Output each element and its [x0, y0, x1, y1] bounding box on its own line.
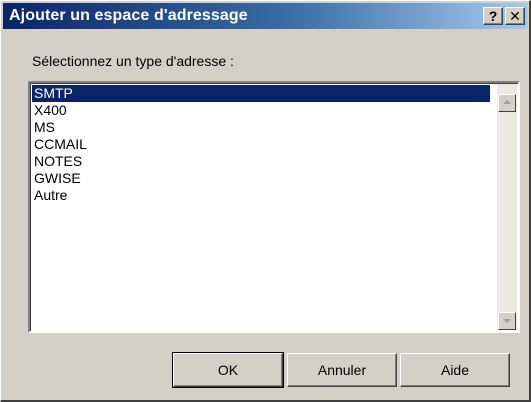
list-item-ms[interactable]: MS: [32, 119, 490, 136]
cancel-button[interactable]: Annuler: [287, 353, 397, 387]
scroll-down-button[interactable]: [498, 312, 516, 330]
dialog-window: Ajouter un espace d'adressage ? ✕ Sélect…: [0, 0, 531, 402]
address-type-list[interactable]: SMTP X400 MS CCMAIL NOTES GWISE Autre: [28, 81, 520, 333]
window-title: Ajouter un espace d'adressage: [9, 7, 248, 24]
question-mark-icon: ?: [488, 8, 498, 24]
address-type-label: Sélectionnez un type d'adresse :: [32, 53, 234, 69]
arrow-down-icon: [503, 319, 511, 323]
title-bar[interactable]: Ajouter un espace d'adressage ? ✕: [3, 3, 528, 29]
ok-button[interactable]: OK: [172, 352, 284, 388]
scroll-up-button[interactable]: [498, 94, 516, 112]
help-button[interactable]: Aide: [400, 353, 510, 387]
list-item-ccmail[interactable]: CCMAIL: [32, 136, 490, 153]
list-item-autre[interactable]: Autre: [32, 187, 490, 204]
list-items: SMTP X400 MS CCMAIL NOTES GWISE Autre: [32, 85, 490, 204]
list-item-gwise[interactable]: GWISE: [32, 170, 490, 187]
list-item-smtp[interactable]: SMTP: [32, 85, 490, 102]
help-title-button[interactable]: ?: [483, 7, 503, 25]
list-item-notes[interactable]: NOTES: [32, 153, 490, 170]
close-icon: ✕: [509, 8, 521, 24]
vertical-scrollbar[interactable]: [497, 84, 517, 330]
list-item-x400[interactable]: X400: [32, 102, 490, 119]
close-button[interactable]: ✕: [505, 7, 525, 25]
arrow-up-icon: [503, 100, 511, 104]
